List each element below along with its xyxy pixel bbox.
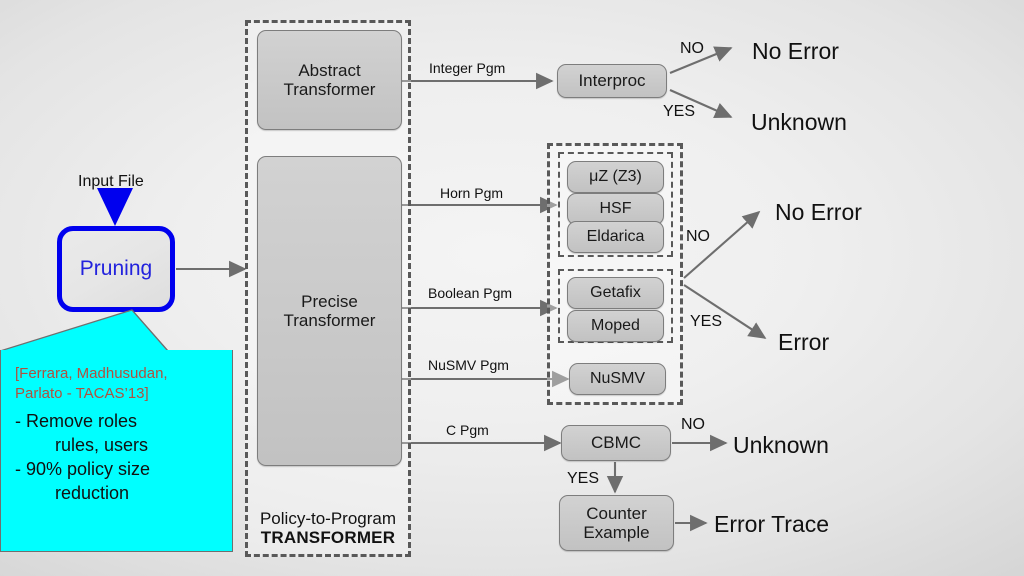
solver-node-uz-z3[interactable]: μZ (Z3) <box>567 161 664 193</box>
edge-label-nusmv-pgm: NuSMV Pgm <box>428 357 509 373</box>
counter-example-node[interactable]: Counter Example <box>559 495 674 551</box>
transformer-container-caption: Policy-to-Program TRANSFORMER <box>245 509 411 548</box>
transformer-caption-line-1: Policy-to-Program <box>259 509 397 528</box>
outcome-solvers-yes: Error <box>778 329 830 355</box>
solver-label-eldarica: Eldarica <box>586 228 645 246</box>
outcome-interproc-yes: Unknown <box>751 109 847 135</box>
precise-transformer-node[interactable]: Precise Transformer <box>257 156 402 466</box>
outcome-cbmc-no: Unknown <box>733 432 829 458</box>
pruning-label: Pruning <box>79 257 153 280</box>
solver-label-nusmv: NuSMV <box>589 370 646 388</box>
interproc-node[interactable]: Interproc <box>557 64 667 98</box>
edge-label-horn-pgm: Horn Pgm <box>440 185 504 201</box>
callout-line-1: - Remove roles <box>15 410 138 431</box>
counter-example-line-2: Example <box>583 523 650 542</box>
abstract-transformer-node[interactable]: Abstract Transformer <box>257 30 402 130</box>
cbmc-label: CBMC <box>590 433 642 453</box>
abstract-transformer-line-2: Transformer <box>283 80 376 99</box>
input-file-label: Input File <box>78 173 144 190</box>
branch-label-cbmc-yes: YES <box>567 470 600 487</box>
solver-node-nusmv[interactable]: NuSMV <box>569 363 666 395</box>
branch-label-interproc-no: NO <box>680 40 704 57</box>
solver-node-moped[interactable]: Moped <box>567 310 664 342</box>
branch-label-solvers-yes: YES <box>690 313 723 330</box>
edge-label-c-pgm: C Pgm <box>446 422 489 438</box>
interproc-label: Interproc <box>578 71 646 91</box>
solver-node-eldarica[interactable]: Eldarica <box>567 221 664 253</box>
diagram-canvas: Input File Pruning [Ferrara, Madhusudan,… <box>0 0 1024 576</box>
branch-label-solvers-no: NO <box>686 228 710 245</box>
precise-transformer-line-1: Precise <box>301 291 358 311</box>
callout-citation-line-2: Parlato - TACAS’13] <box>15 384 149 402</box>
callout-citation-line-1: [Ferrara, Madhusudan, <box>15 365 168 382</box>
outcome-error-trace: Error Trace <box>714 511 830 537</box>
callout-line-3: - 90% policy size <box>15 458 151 479</box>
callout-box: [Ferrara, Madhusudan, Parlato - TACAS’13… <box>0 350 233 552</box>
callout-line-4: reduction <box>15 482 130 503</box>
branch-label-interproc-yes: YES <box>663 103 696 120</box>
cbmc-node[interactable]: CBMC <box>561 425 671 461</box>
solver-label-moped: Moped <box>591 317 640 335</box>
solver-label-uz-z3: μZ (Z3) <box>589 168 642 186</box>
solver-label-hsf: HSF <box>599 200 632 218</box>
transformer-caption-line-2: TRANSFORMER <box>260 528 396 548</box>
solver-node-getafix[interactable]: Getafix <box>567 277 664 309</box>
counter-example-line-1: Counter <box>586 503 647 523</box>
outcome-interproc-no: No Error <box>752 38 839 64</box>
solver-label-getafix: Getafix <box>590 284 641 302</box>
outcome-solvers-no: No Error <box>775 199 862 225</box>
branch-label-cbmc-no: NO <box>681 416 705 433</box>
callout-line-2: rules, users <box>15 434 149 455</box>
edge-label-boolean-pgm: Boolean Pgm <box>428 285 513 301</box>
precise-transformer-line-2: Transformer <box>283 311 376 330</box>
abstract-transformer-line-1: Abstract <box>298 60 361 80</box>
edge-label-integer-pgm: Integer Pgm <box>429 60 506 76</box>
